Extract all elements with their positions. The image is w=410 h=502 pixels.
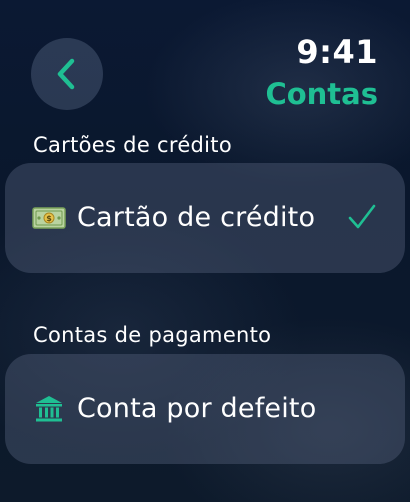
list-item-default-account[interactable]: Conta por defeito [5,354,405,464]
list-item-credit-card[interactable]: $ Cartão de crédito [5,163,405,273]
chevron-left-icon [54,57,80,91]
section-header-payment-accounts: Contas de pagamento [33,323,272,347]
bank-icon [32,392,66,426]
status-time: 9:41 [296,33,378,71]
page-title: Contas [265,77,378,111]
back-button[interactable] [31,38,103,110]
checkmark-icon [347,202,377,232]
list-item-label: Cartão de crédito [77,202,316,233]
section-header-credit-cards: Cartões de crédito [33,133,232,157]
money-bill-icon: $ [32,201,66,235]
list-item-label: Conta por defeito [77,393,317,424]
screen: 9:41 Contas Cartões de crédito $ Cartão … [0,0,410,502]
svg-text:$: $ [46,214,52,223]
